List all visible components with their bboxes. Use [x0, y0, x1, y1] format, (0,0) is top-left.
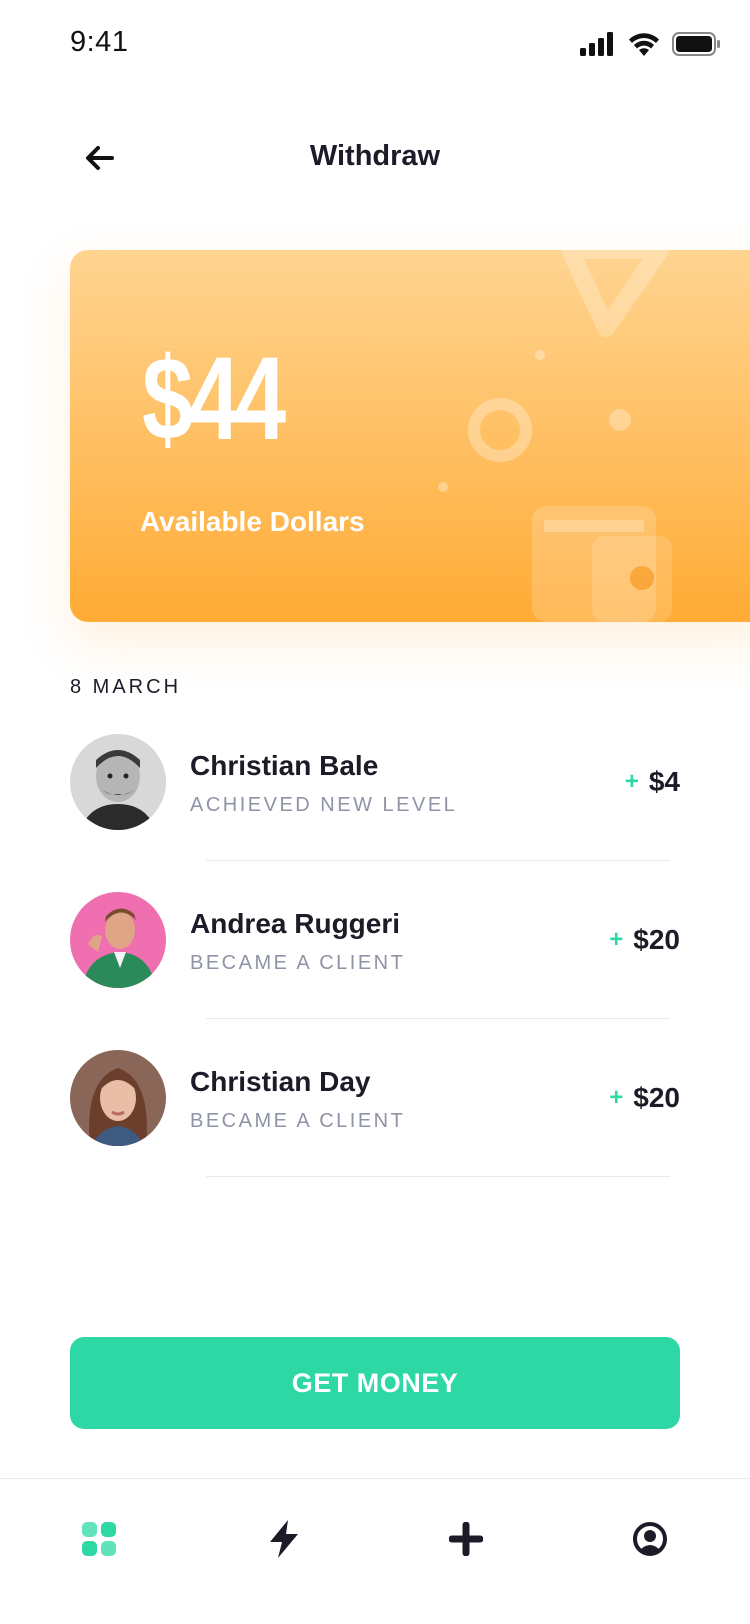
- list-item[interactable]: Christian Bale ACHIEVED NEW LEVEL + $4: [70, 730, 680, 888]
- amount-value: $4: [648, 766, 680, 797]
- plus-sign: +: [609, 926, 624, 953]
- divider: [206, 1018, 670, 1019]
- transaction-name: Christian Day: [190, 1066, 371, 1097]
- amount-value: $20: [633, 924, 680, 955]
- transaction-name: Christian Bale: [190, 750, 379, 781]
- transaction-amount: + $20: [609, 924, 680, 956]
- tab-home[interactable]: [69, 1511, 129, 1571]
- divider: [206, 860, 670, 861]
- divider: [206, 1176, 670, 1177]
- plus-sign: +: [609, 1084, 624, 1111]
- get-money-button[interactable]: GET MONEY: [70, 1337, 680, 1429]
- profile-icon: [632, 1521, 668, 1562]
- page-title: Withdraw: [309, 140, 441, 172]
- wallet-icon: [532, 506, 672, 622]
- avatar: [70, 734, 166, 830]
- transaction-amount: + $20: [609, 1082, 680, 1114]
- balance-card: $44 Available Dollars: [70, 250, 750, 622]
- plus-sign: +: [624, 768, 639, 795]
- tab-profile[interactable]: [620, 1511, 680, 1571]
- avatar: [70, 1050, 166, 1146]
- plus-icon: [448, 1521, 484, 1561]
- tab-add[interactable]: [436, 1511, 496, 1571]
- balance-label: Available Dollars: [140, 506, 365, 537]
- lightning-icon: [268, 1519, 300, 1563]
- amount-value: $20: [633, 1082, 680, 1113]
- tab-activity[interactable]: [254, 1511, 314, 1571]
- wifi-icon: [628, 32, 660, 61]
- list-item[interactable]: Christian Day BECAME A CLIENT + $20: [70, 1046, 680, 1204]
- grid-icon: [82, 1521, 116, 1561]
- transaction-list: Christian Bale ACHIEVED NEW LEVEL + $4 A…: [70, 730, 680, 1204]
- status-icons: [580, 32, 720, 61]
- date-header: 8 MARCH: [70, 676, 182, 698]
- status-bar: 9:41: [0, 0, 750, 90]
- avatar: [70, 892, 166, 988]
- transaction-name: Andrea Ruggeri: [190, 908, 401, 939]
- tab-bar: [0, 1478, 750, 1624]
- battery-icon: [672, 32, 720, 61]
- transaction-description: ACHIEVED NEW LEVEL: [190, 794, 458, 816]
- list-item[interactable]: Andrea Ruggeri BECAME A CLIENT + $20: [70, 888, 680, 1046]
- balance-amount: $44: [142, 333, 286, 465]
- transaction-description: BECAME A CLIENT: [190, 952, 406, 974]
- signal-icon: [580, 32, 616, 61]
- transaction-description: BECAME A CLIENT: [190, 1110, 406, 1132]
- nav-header: Withdraw: [0, 120, 750, 200]
- status-time: 9:41: [70, 26, 129, 58]
- transaction-amount: + $4: [625, 766, 680, 798]
